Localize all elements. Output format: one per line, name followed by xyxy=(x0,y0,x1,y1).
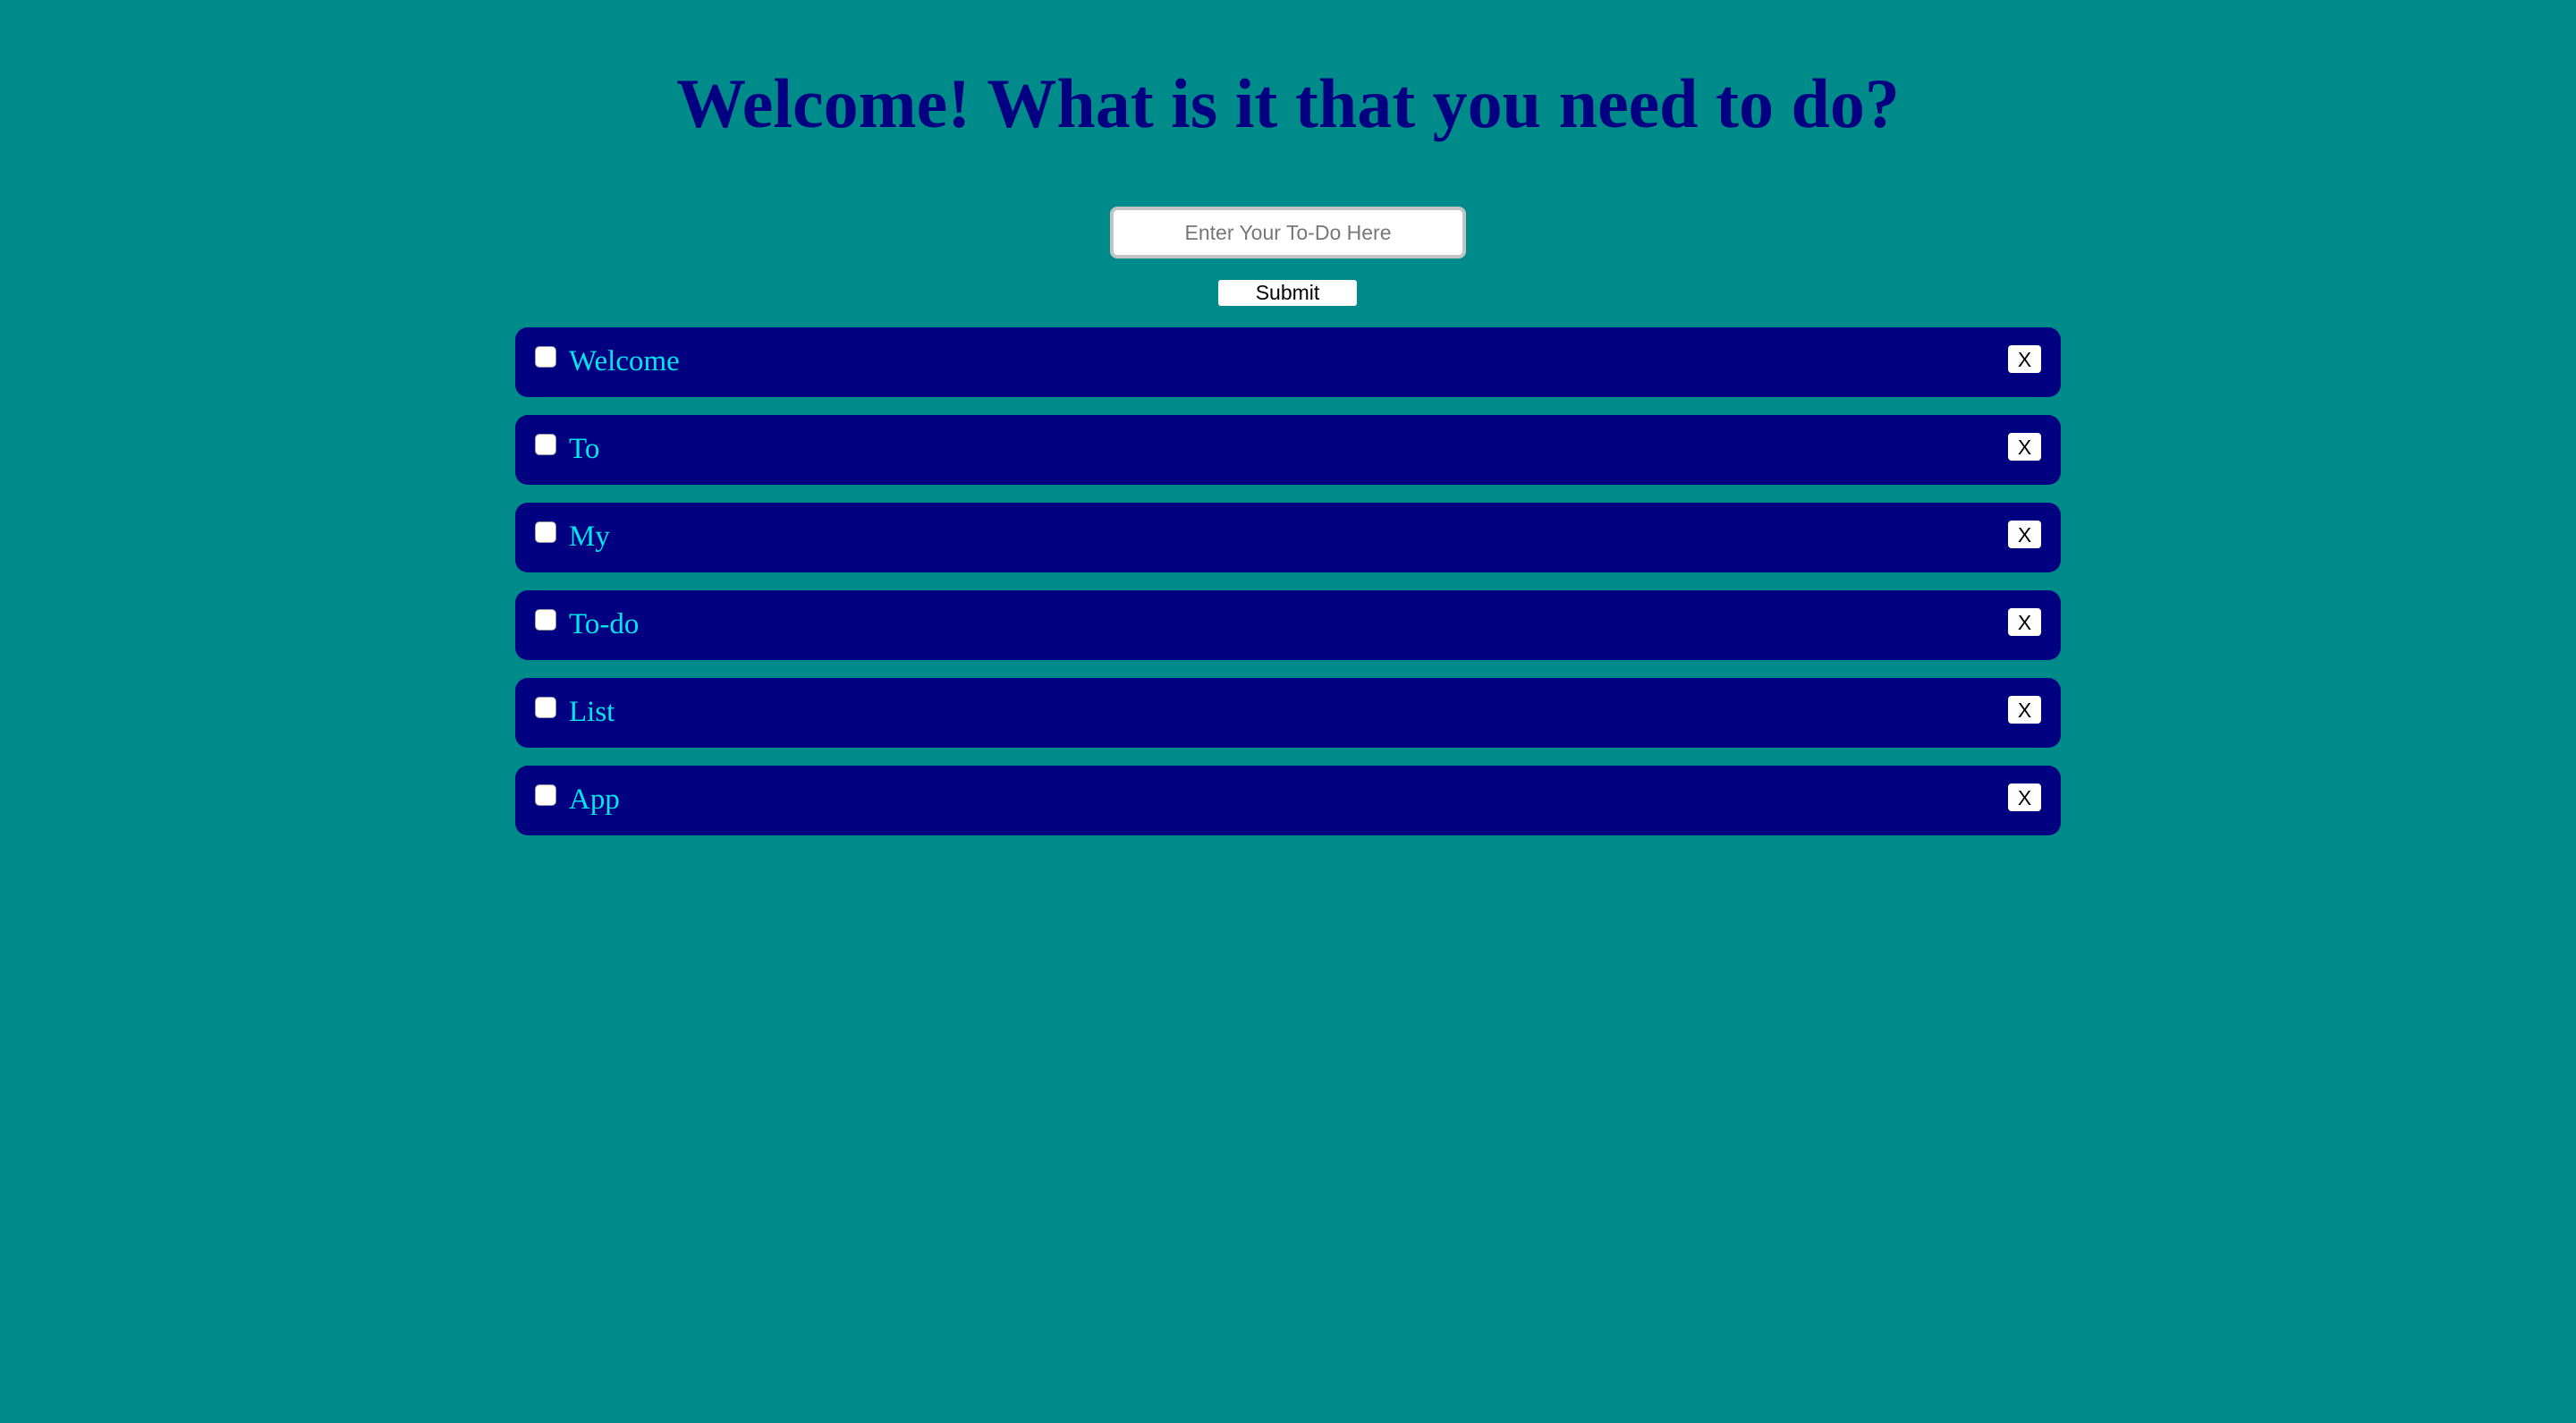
todo-text: Welcome xyxy=(569,345,680,377)
todo-checkbox[interactable] xyxy=(535,521,556,543)
todo-text: To-do xyxy=(569,608,640,640)
todo-list: Welcome X To X My X To-do X List X App X xyxy=(515,327,2061,853)
todo-item: To-do X xyxy=(515,590,2061,660)
todo-checkbox[interactable] xyxy=(535,697,556,718)
todo-text: To xyxy=(569,433,600,465)
todo-checkbox[interactable] xyxy=(535,609,556,631)
todo-item: Welcome X xyxy=(515,327,2061,397)
todo-item: List X xyxy=(515,678,2061,748)
todo-text: List xyxy=(569,696,615,728)
todo-text: My xyxy=(569,521,610,553)
todo-item: App X xyxy=(515,766,2061,835)
delete-todo-button[interactable]: X xyxy=(2008,608,2041,636)
submit-button[interactable]: Submit xyxy=(1218,280,1357,306)
delete-todo-button[interactable]: X xyxy=(2008,521,2041,548)
delete-todo-button[interactable]: X xyxy=(2008,433,2041,461)
delete-todo-button[interactable]: X xyxy=(2008,345,2041,373)
todo-input[interactable] xyxy=(1110,207,1466,258)
delete-todo-button[interactable]: X xyxy=(2008,783,2041,811)
todo-app-page: Welcome! What is it that you need to do?… xyxy=(0,0,2576,1423)
todo-item: My X xyxy=(515,503,2061,572)
todo-checkbox[interactable] xyxy=(535,434,556,455)
page-title: Welcome! What is it that you need to do? xyxy=(676,64,1900,142)
todo-item: To X xyxy=(515,415,2061,485)
todo-checkbox[interactable] xyxy=(535,346,556,368)
delete-todo-button[interactable]: X xyxy=(2008,696,2041,724)
todo-text: App xyxy=(569,783,620,816)
todo-checkbox[interactable] xyxy=(535,784,556,806)
